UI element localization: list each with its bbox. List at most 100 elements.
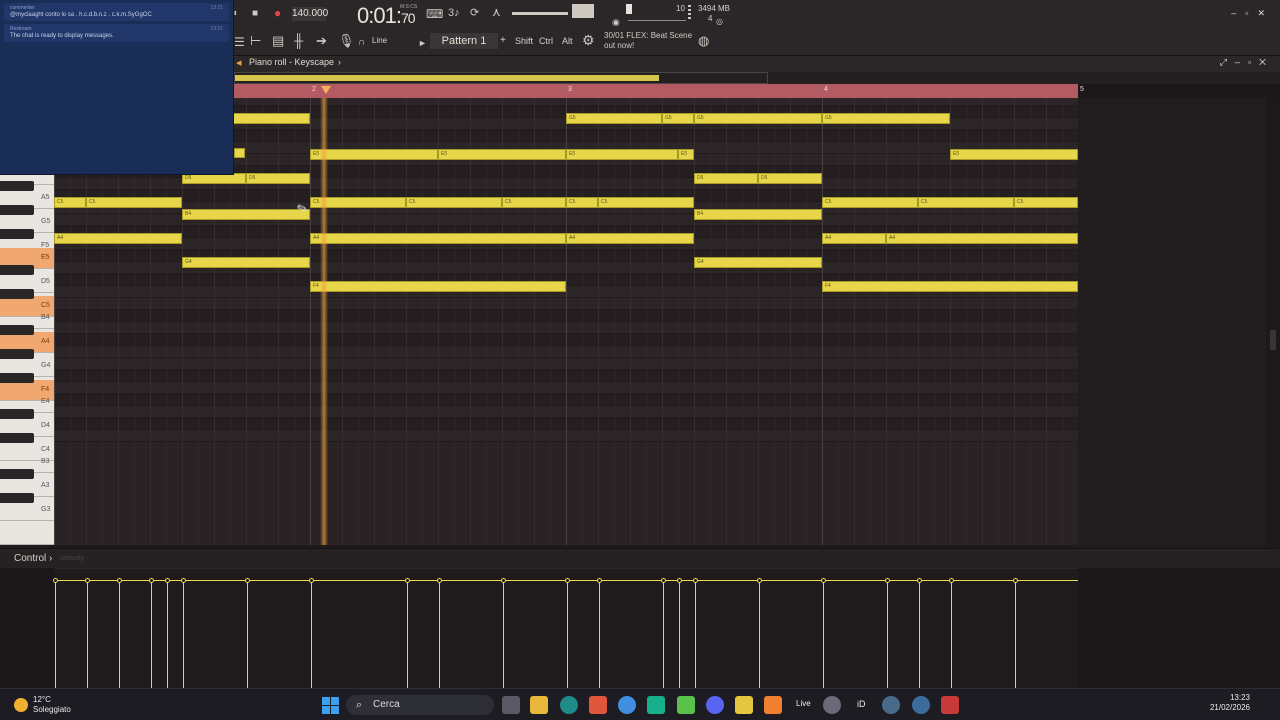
piano-key-asharp5[interactable]	[0, 181, 34, 191]
velocity-handle[interactable]	[149, 578, 154, 583]
brave-icon[interactable]	[589, 696, 607, 714]
globe-icon[interactable]: ◍	[698, 33, 709, 49]
note-d5[interactable]: D5	[246, 173, 310, 184]
piano-key-dsharp4[interactable]	[0, 409, 34, 419]
loop-region[interactable]	[234, 84, 1078, 98]
note-a4[interactable]: A4	[54, 233, 182, 244]
control-target-button[interactable]: Control ›	[14, 553, 52, 564]
note-c5[interactable]: C5	[86, 197, 182, 208]
loop-record-icon[interactable]: ⟳	[470, 5, 479, 21]
velocity-handle[interactable]	[309, 578, 314, 583]
note-e5[interactable]: E5	[566, 149, 678, 160]
note-e5[interactable]: E5	[438, 149, 566, 160]
file-explorer-icon[interactable]	[530, 696, 548, 714]
note-a4[interactable]: A4	[310, 233, 566, 244]
velocity-stem[interactable]	[887, 581, 888, 689]
piano-key-asharp4[interactable]	[0, 325, 34, 335]
whatsapp-icon[interactable]	[647, 696, 665, 714]
windows-start-icon[interactable]	[322, 697, 340, 715]
velocity-stem[interactable]	[407, 581, 408, 689]
velocity-stem[interactable]	[247, 581, 248, 689]
master-pitch-knob[interactable]	[626, 4, 632, 14]
piano-key-csharp5[interactable]	[0, 289, 34, 299]
master-volume-slider[interactable]	[512, 12, 568, 15]
playhead-marker[interactable]	[321, 86, 331, 94]
note-a4[interactable]: A4	[566, 233, 694, 244]
velocity-stem[interactable]	[759, 581, 760, 689]
news-icon[interactable]: ⚙	[582, 32, 595, 48]
velocity-handle[interactable]	[757, 578, 762, 583]
note-c5[interactable]: C5	[566, 197, 598, 208]
velocity-stem[interactable]	[503, 581, 504, 689]
velocity-stem[interactable]	[167, 581, 168, 689]
velocity-stem[interactable]	[119, 581, 120, 689]
note-c5[interactable]: C5	[598, 197, 694, 208]
note-g5[interactable]: G5	[694, 113, 822, 124]
piano-key-asharp3[interactable]	[0, 469, 34, 479]
velocity-handle[interactable]	[53, 578, 58, 583]
pattern-overview[interactable]	[234, 72, 1280, 84]
chrome-icon[interactable]	[618, 696, 636, 714]
triangle-app-icon[interactable]	[823, 696, 841, 714]
recorder-app-icon[interactable]	[941, 696, 959, 714]
note-c5[interactable]: C5	[502, 197, 566, 208]
note-f4[interactable]: F4	[310, 281, 566, 292]
velocity-stem[interactable]	[439, 581, 440, 689]
velocity-handle[interactable]	[437, 578, 442, 583]
note-g5[interactable]: G5	[662, 113, 694, 124]
magnet-snap-icon[interactable]: ⊢	[250, 33, 261, 49]
shift-modifier-button[interactable]: Shift	[515, 36, 533, 46]
velocity-stem[interactable]	[55, 581, 56, 689]
velocity-handle[interactable]	[117, 578, 122, 583]
typing-keyboard-icon[interactable]: ⌨	[426, 6, 443, 22]
play-pattern-icon[interactable]: ►	[418, 35, 427, 51]
velocity-handle[interactable]	[597, 578, 602, 583]
velocity-stem[interactable]	[663, 581, 664, 689]
pitch-slider-track[interactable]	[628, 20, 686, 21]
taskbar-search[interactable]: ⌕ Cerca	[346, 695, 494, 715]
task-view-icon[interactable]	[502, 696, 520, 714]
microphone-icon[interactable]: 🎙	[338, 33, 355, 49]
velocity-handle[interactable]	[885, 578, 890, 583]
add-pattern-button[interactable]: +	[500, 35, 506, 46]
velocity-handle[interactable]	[165, 578, 170, 583]
velocity-stem[interactable]	[679, 581, 680, 689]
note-a4[interactable]: A4	[886, 233, 1078, 244]
note-d5[interactable]: D5	[694, 173, 758, 184]
alt-modifier-button[interactable]: Alt	[562, 36, 573, 46]
note-e5[interactable]: E5	[678, 149, 694, 160]
velocity-stem[interactable]	[823, 581, 824, 689]
note-c5[interactable]: C5	[918, 197, 1014, 208]
velocity-handle[interactable]	[677, 578, 682, 583]
velocity-handle[interactable]	[85, 578, 90, 583]
piano-key-gsharp3[interactable]	[0, 493, 34, 503]
velocity-handle[interactable]	[693, 578, 698, 583]
system-clock[interactable]: 13:23 21/02/2026	[1210, 693, 1250, 713]
timeline-ruler[interactable]: 2 3 4 5	[234, 84, 1280, 98]
piano-key-csharp4[interactable]	[0, 433, 34, 443]
green-app-icon[interactable]	[677, 696, 695, 714]
step-edit-icon[interactable]: 3♪	[448, 5, 460, 21]
velocity-stem[interactable]	[151, 581, 152, 689]
snap-select[interactable]: Line	[372, 36, 387, 45]
note-c5[interactable]: C5	[54, 197, 86, 208]
partial-note[interactable]	[234, 148, 245, 158]
pattern-selector[interactable]: Pattern 1	[430, 33, 498, 49]
metronome-icon[interactable]: ⋏	[492, 4, 501, 20]
arrow-right-icon[interactable]: ➔	[316, 33, 327, 49]
scrollbar-thumb[interactable]	[1270, 330, 1276, 350]
note-d5[interactable]: D5	[758, 173, 822, 184]
velocity-handle[interactable]	[565, 578, 570, 583]
note-f4[interactable]: F4	[822, 281, 1078, 292]
piano-key-dsharp5[interactable]	[0, 265, 34, 275]
note-b4[interactable]: B4	[694, 209, 822, 220]
velocity-lane[interactable]	[53, 568, 1078, 689]
velocity-stem[interactable]	[695, 581, 696, 689]
velocity-handle[interactable]	[405, 578, 410, 583]
piano-key-gsharp4[interactable]	[0, 349, 34, 359]
vertical-scrollbar[interactable]	[1266, 98, 1280, 545]
overview-viewport[interactable]	[234, 72, 768, 84]
piano-key-fsharp5[interactable]	[0, 229, 34, 239]
piano-roll-title[interactable]: Piano roll - Keyscape	[249, 57, 334, 67]
piano-roll-window-controls[interactable]: ⤢–▫✕	[1220, 57, 1274, 68]
